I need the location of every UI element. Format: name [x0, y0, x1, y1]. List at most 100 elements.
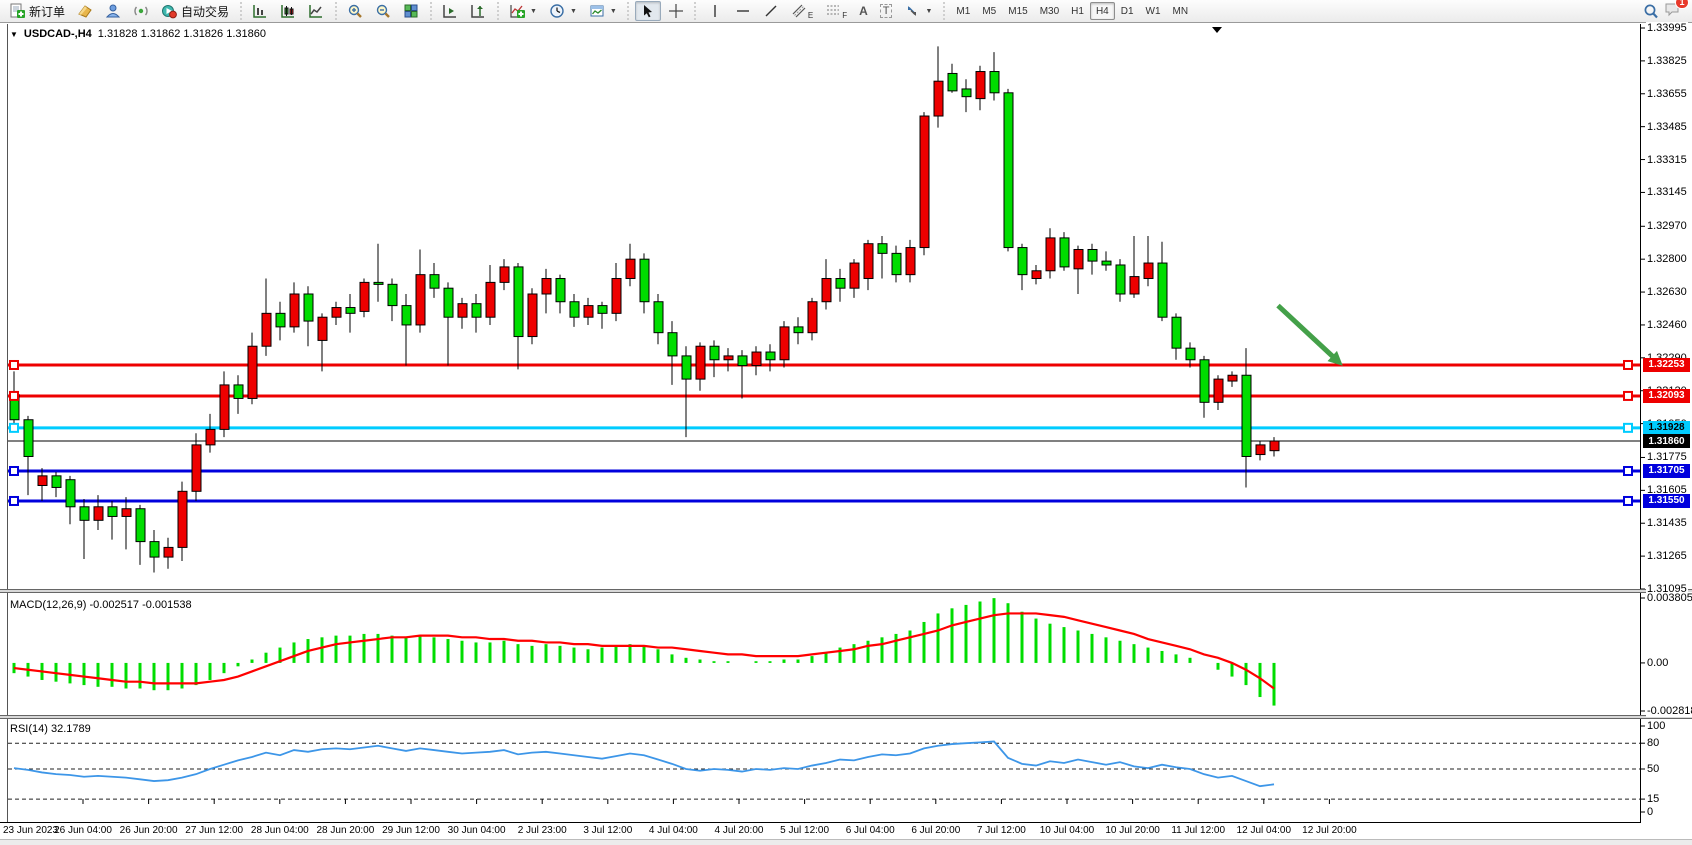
candle: [66, 480, 75, 507]
candlestick-mode-button[interactable]: [275, 1, 301, 21]
label-tool-button[interactable]: T: [875, 1, 898, 21]
vertical-line-tool-button[interactable]: [702, 1, 728, 21]
time-axis-label: 28 Jun 04:00: [251, 825, 309, 836]
line-chart-mode-button[interactable]: [303, 1, 329, 21]
candle: [1130, 277, 1139, 294]
time-axis-label: 30 Jun 04:00: [448, 825, 506, 836]
timeframe-button-W1[interactable]: W1: [1140, 2, 1167, 20]
line-handle[interactable]: [10, 392, 18, 400]
trendline-tool-button[interactable]: [758, 1, 784, 21]
indicators-dropdown[interactable]: ▼: [504, 1, 542, 21]
macd-axis-label: 0.003805: [1646, 592, 1692, 604]
collapse-triangle-icon[interactable]: ▼: [10, 30, 18, 39]
crosshair-tool-button[interactable]: [663, 1, 689, 21]
line-handle[interactable]: [1624, 392, 1632, 400]
line-handle[interactable]: [10, 497, 18, 505]
candle: [710, 346, 719, 360]
candle: [52, 476, 61, 488]
candle: [290, 294, 299, 327]
cursor-tool-button[interactable]: [635, 1, 661, 21]
pane-splitter-macd[interactable]: [0, 589, 1692, 593]
candle: [738, 356, 747, 366]
channel-tool-button[interactable]: E: [786, 1, 818, 21]
fibonacci-glyph: F: [842, 11, 847, 20]
zoom-in-button[interactable]: [342, 1, 368, 21]
candle: [570, 302, 579, 317]
timeframe-button-H4[interactable]: H4: [1090, 2, 1115, 20]
price-level-chip: 1.31860: [1643, 434, 1690, 448]
price-level-chip: 1.31550: [1643, 494, 1690, 508]
arrows-dropdown[interactable]: ▼: [899, 1, 937, 21]
candle: [794, 327, 803, 333]
trend-arrow-annotation[interactable]: [1278, 306, 1334, 358]
profile-person-icon: [105, 3, 121, 19]
time-axis-label: 26 Jun 04:00: [54, 825, 112, 836]
line-handle[interactable]: [10, 424, 18, 432]
toolbar-separator: [495, 2, 500, 20]
candle: [1242, 375, 1251, 456]
timeframe-button-MN[interactable]: MN: [1167, 2, 1195, 20]
chart-canvas: [0, 24, 1692, 845]
line-handle[interactable]: [10, 467, 18, 475]
line-handle[interactable]: [1624, 497, 1632, 505]
candle: [934, 81, 943, 116]
candle: [962, 89, 971, 97]
candle: [892, 253, 901, 274]
chart-shift-marker[interactable]: [1212, 27, 1222, 33]
time-axis-label: 5 Jul 12:00: [780, 825, 829, 836]
candle: [584, 306, 593, 318]
rsi-axis-label: 15: [1646, 793, 1660, 805]
line-handle[interactable]: [1624, 424, 1632, 432]
line-chart-mode-icon: [308, 3, 324, 19]
time-axis-label: 10 Jul 04:00: [1040, 825, 1095, 836]
text-tool-button[interactable]: A: [854, 1, 873, 21]
periods-dropdown[interactable]: ▼: [544, 1, 582, 21]
search-icon[interactable]: [1642, 3, 1658, 19]
line-handle[interactable]: [1624, 467, 1632, 475]
profile-button[interactable]: [100, 1, 126, 21]
metaeditor-button[interactable]: [72, 1, 98, 21]
candle: [500, 267, 509, 282]
timeframe-button-D1[interactable]: D1: [1115, 2, 1140, 20]
new-order-button[interactable]: 新订单: [4, 1, 70, 21]
time-axis-label: 4 Jul 04:00: [649, 825, 698, 836]
zoom-in-icon: [347, 3, 363, 19]
timeframe-button-M1[interactable]: M1: [950, 2, 976, 20]
candle: [920, 116, 929, 248]
candle: [332, 308, 341, 318]
bar-chart-mode-button[interactable]: [247, 1, 273, 21]
candle: [1032, 271, 1041, 279]
horizontal-line-tool-button[interactable]: [730, 1, 756, 21]
signal-button[interactable]: [128, 1, 154, 21]
line-handle[interactable]: [10, 361, 18, 369]
macd-axis-label: -0.002818: [1646, 705, 1692, 717]
pane-splitter-rsi[interactable]: [0, 715, 1692, 719]
chart-shift-button[interactable]: [465, 1, 491, 21]
candle: [556, 279, 565, 302]
timeframe-button-M30[interactable]: M30: [1034, 2, 1065, 20]
toolbar-separator: [693, 2, 698, 20]
timeframe-button-M5[interactable]: M5: [976, 2, 1002, 20]
fibonacci-tool-button[interactable]: F: [820, 1, 852, 21]
tile-windows-button[interactable]: [398, 1, 424, 21]
template-icon: [589, 3, 605, 19]
time-axis-label: 10 Jul 20:00: [1105, 825, 1160, 836]
macd-indicator-label: MACD(12,26,9) -0.002517 -0.001538: [10, 599, 192, 611]
time-axis-label: 12 Jul 04:00: [1237, 825, 1292, 836]
equidistant-channel-icon: [791, 3, 807, 19]
line-handle[interactable]: [1624, 361, 1632, 369]
autotrading-button[interactable]: 自动交易: [156, 1, 234, 21]
notifications-icon[interactable]: 1: [1664, 1, 1682, 22]
timeframe-button-H1[interactable]: H1: [1065, 2, 1090, 20]
candle: [24, 420, 33, 457]
candle: [1186, 348, 1195, 360]
zoom-out-button[interactable]: [370, 1, 396, 21]
price-axis-label: 1.31435: [1646, 517, 1688, 529]
timeframe-button-M15[interactable]: M15: [1002, 2, 1033, 20]
rsi-indicator-label: RSI(14) 32.1789: [10, 723, 91, 735]
auto-scroll-button[interactable]: [437, 1, 463, 21]
symbol-period-title: USDCAD-,H4: [24, 28, 92, 40]
candle: [486, 282, 495, 317]
main-toolbar: 新订单 自动交易: [0, 0, 1692, 23]
templates-dropdown[interactable]: ▼: [584, 1, 622, 21]
